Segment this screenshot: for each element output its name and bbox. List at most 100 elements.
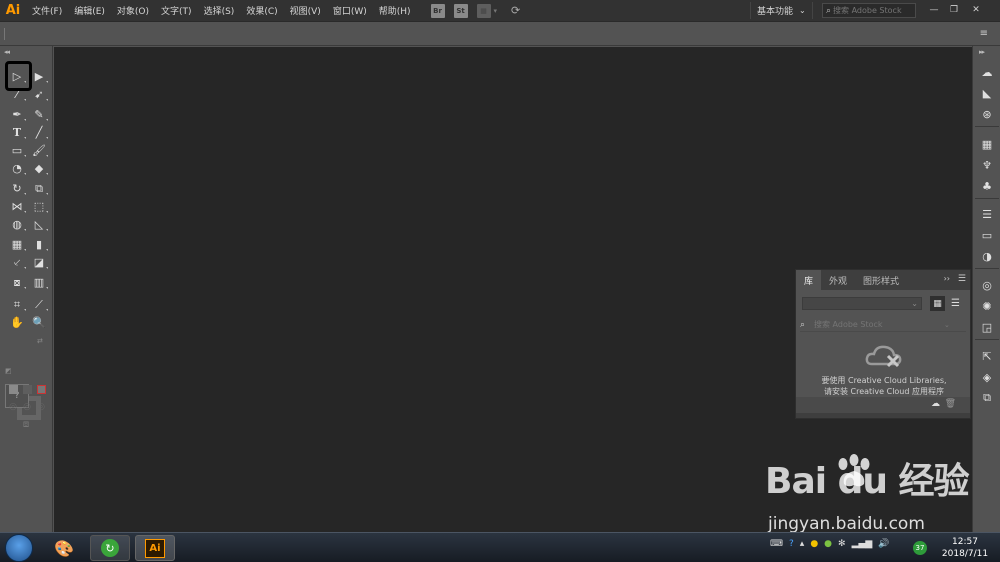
mesh-tool-icon[interactable]: ▦ [6,236,28,253]
free-transform-tool-icon[interactable]: ⬚ [28,198,50,215]
tab-graphic-styles[interactable]: 图形样式 [855,270,907,290]
type-tool-icon[interactable]: T [6,124,28,141]
cc-libraries-icon[interactable]: ☁ [973,62,1000,82]
transparency-icon[interactable]: ◑ [973,246,1000,266]
eraser-tool-icon[interactable]: ◆ [28,160,50,177]
taskbar-paint-app[interactable]: 🎨 [44,535,84,561]
scale-tool-icon[interactable]: ⧉ [28,180,50,197]
stock-search-input[interactable] [833,6,914,15]
tab-appearance[interactable]: 外观 [821,270,855,290]
start-button[interactable] [5,534,33,562]
library-search[interactable]: ⌕ ⌄ [800,318,966,332]
hand-tool-icon[interactable]: ✋ [6,314,28,331]
gradient-tool-icon[interactable]: ▮ [28,236,50,253]
draw-behind-icon[interactable]: ◎ [20,398,34,415]
control-bar-grip[interactable] [4,28,6,40]
eyedropper-tool-icon[interactable]: ⸔ [6,254,28,271]
arrange-documents-icon[interactable]: ▦ [476,3,491,18]
creative-cloud-icon[interactable]: ☁ [931,399,940,409]
volume-icon[interactable]: 🔊 [878,539,889,549]
blend-tool-icon[interactable]: ◪ [28,254,50,271]
gpu-performance-icon[interactable]: ⟳ [511,4,520,17]
network-icon[interactable]: ▂▄▆ [852,539,873,549]
help-icon[interactable]: ? [789,539,794,549]
color-mode-icon[interactable] [6,381,20,398]
color-icon[interactable]: ⊛ [973,104,1000,124]
app-tray-icon[interactable]: ● [824,539,832,549]
swap-fill-stroke-icon[interactable]: ⇄ [37,337,43,345]
menu-select[interactable]: 选择(S) [198,4,241,17]
collapse-icon[interactable]: ◂◂ [4,48,10,56]
close-button[interactable]: ✕ [967,3,985,17]
shape-builder-tool-icon[interactable]: ◍ [6,216,28,233]
tab-libraries[interactable]: 库 [796,270,822,290]
menu-type[interactable]: 文字(T) [155,4,198,17]
library-search-input[interactable] [814,320,944,329]
symbols-icon[interactable]: ♣ [973,176,1000,196]
stroke-icon[interactable]: ☰ [973,204,1000,224]
menu-help[interactable]: 帮助(H) [373,4,417,17]
export-icon[interactable]: ⇱ [973,346,1000,366]
layers-icon[interactable]: ◈ [973,367,1000,387]
slice-tool-icon[interactable]: ⟋ [28,296,50,313]
restore-button[interactable]: ❐ [945,3,963,17]
line-tool-icon[interactable]: ╱ [28,124,50,141]
menu-edit[interactable]: 编辑(E) [68,4,111,17]
rectangle-tool-icon[interactable]: ▭ [6,142,28,159]
workspace-switcher[interactable]: 基本功能 ⌄ [750,2,813,19]
default-fill-stroke-icon[interactable]: ◩ [5,367,12,375]
perspective-grid-tool-icon[interactable]: ◺ [28,216,50,233]
list-view-button[interactable]: ☰ [948,296,963,311]
paintbrush-tool-icon[interactable]: 🖌 [28,142,50,159]
menu-object[interactable]: 对象(O) [111,4,155,17]
taskbar-refresh-app[interactable]: ↻ [90,535,130,561]
menu-window[interactable]: 窗口(W) [327,4,373,17]
symbol-sprayer-tool-icon[interactable]: ⧇ [6,274,28,291]
chevron-down-icon[interactable]: ⌄ [944,321,950,329]
pen-tool-icon[interactable]: ✒ [6,106,28,123]
panel-scrollbar[interactable] [796,413,970,418]
arrange-dropdown-icon[interactable]: ▾ [494,7,498,15]
control-bar-menu-icon[interactable]: ≡ [980,28,988,39]
grid-view-button[interactable]: ▦ [930,296,945,311]
artboard-tool-icon[interactable]: ⌗ [6,296,28,313]
expand-panel-icon[interactable]: ›› [944,274,950,283]
menu-view[interactable]: 视图(V) [284,4,327,17]
artboards-icon[interactable]: ⧉ [973,388,1000,408]
menu-effect[interactable]: 效果(C) [240,4,283,17]
tray-arrow-icon[interactable]: ▴ [800,539,805,549]
taskbar-illustrator-app[interactable]: Ai [135,535,175,561]
stock-search-box[interactable]: ⌕ [822,3,916,18]
panel-menu-icon[interactable]: ☰ [958,274,966,284]
security-icon[interactable]: ● [810,539,818,549]
settings-tray-icon[interactable]: ✻ [838,539,846,549]
shaper-tool-icon[interactable]: ◔ [6,160,28,177]
system-clock[interactable]: 12:57 2018/7/11 [940,536,990,560]
width-tool-icon[interactable]: ⋈ [6,198,28,215]
library-dropdown[interactable]: ⌄ [802,297,922,310]
stock-button[interactable]: St [453,3,468,18]
notification-badge[interactable]: 37 [913,541,927,555]
gradient-mode-icon[interactable] [20,381,34,398]
libraries-panel-icon[interactable]: ◎ [973,275,1000,295]
column-graph-tool-icon[interactable]: ▥ [28,274,50,291]
curvature-tool-icon[interactable]: ✎ [28,106,50,123]
screen-mode-icon[interactable]: ⧈ [17,418,35,430]
color-guide-icon[interactable]: ◣ [973,83,1000,103]
swatches-icon[interactable]: ▦ [973,134,1000,154]
dock-collapse-icon[interactable]: ▸▸ [979,48,985,56]
minimize-button[interactable]: — [925,3,943,17]
menu-file[interactable]: 文件(F) [26,4,68,17]
brushes-icon[interactable]: ♆ [973,155,1000,175]
trash-icon[interactable]: 🗑 [945,399,956,409]
rotate-tool-icon[interactable]: ↻ [6,180,28,197]
draw-inside-icon[interactable]: ◎ [34,398,48,415]
gradient-icon[interactable]: ▭ [973,225,1000,245]
draw-normal-icon[interactable]: ◎ [6,398,20,415]
appearance-icon[interactable]: ✺ [973,296,1000,316]
none-mode-icon[interactable] [34,381,48,398]
zoom-tool-icon[interactable]: 🔍 [28,314,50,331]
keyboard-icon[interactable]: ⌨ [770,539,783,549]
bridge-button[interactable]: Br [430,3,445,18]
graphic-styles-icon[interactable]: ◲ [973,317,1000,337]
